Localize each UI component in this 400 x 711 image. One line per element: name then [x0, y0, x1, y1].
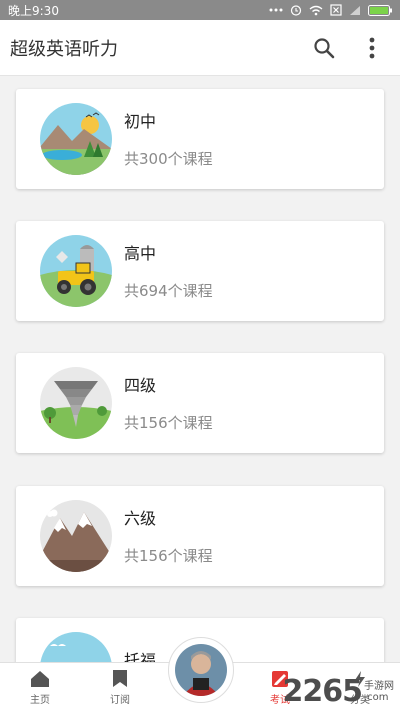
course-text: 初中 共300个课程 [124, 108, 213, 169]
course-text: 六级 共156个课程 [124, 505, 213, 566]
tornado-illustration [40, 367, 112, 439]
course-text: 高中 共694个课程 [124, 240, 213, 301]
course-title: 初中 [124, 111, 157, 131]
alarm-icon [290, 4, 302, 16]
course-count: 共300个课程 [124, 149, 213, 168]
course-card-senior-high[interactable]: 高中 共694个课程 [16, 221, 384, 321]
nav-subscribe-label: 订阅 [110, 695, 130, 706]
nav-home[interactable]: 主页 [10, 663, 70, 711]
sim-off-icon [330, 4, 342, 16]
signal-icon [349, 5, 361, 16]
nav-home-label: 主页 [30, 694, 50, 706]
course-count: 共694个课程 [124, 281, 213, 300]
watermark: 2265 手游网 .com [283, 674, 395, 709]
course-text: 托福 [124, 647, 156, 662]
app-bar: 超级英语听力 [0, 20, 400, 76]
course-title: 高中 [124, 243, 157, 263]
course-text: 四级 共156个课程 [124, 372, 213, 433]
snowy-mountains-illustration [40, 500, 112, 572]
course-title: 托福 [124, 651, 157, 662]
mountain-lake-illustration [40, 103, 112, 175]
bookmark-icon [113, 670, 127, 687]
battery-icon [368, 4, 392, 16]
opera-house-illustration [40, 632, 112, 662]
app-actions [308, 32, 388, 64]
watermark-site-top: 手游网 [364, 681, 394, 692]
status-time: 晚上9:30 [8, 3, 59, 18]
more-vert-icon [369, 37, 375, 58]
nav-subscribe[interactable]: 订阅 [90, 663, 150, 711]
course-card-cet6[interactable]: 六级 共156个课程 [16, 486, 384, 586]
search-icon [314, 37, 335, 58]
app-title: 超级英语听力 [10, 38, 118, 60]
course-title: 六级 [124, 508, 157, 528]
tractor-illustration [40, 235, 112, 307]
bottom-navigation: 主页 订阅 考试 分类 2265 手游网 .com [0, 637, 400, 711]
search-button[interactable] [308, 32, 340, 64]
course-card-junior-high[interactable]: 初中 共300个课程 [16, 89, 384, 189]
course-count: 共156个课程 [124, 546, 213, 565]
avatar [175, 644, 227, 696]
dots-icon [269, 7, 283, 13]
wifi-icon [309, 5, 323, 16]
status-icons [269, 4, 392, 16]
watermark-site: 手游网 .com [364, 677, 394, 703]
watermark-site-bottom: .com [364, 692, 389, 703]
status-bar: 晚上9:30 [0, 0, 400, 20]
course-count: 共156个课程 [124, 413, 213, 432]
home-icon [31, 670, 49, 687]
watermark-number: 2265 [282, 674, 363, 709]
more-options-button[interactable] [356, 32, 388, 64]
course-list: 初中 共300个课程 高中 共694个课程 四级 共156个课程 六级 共156… [0, 76, 400, 662]
center-avatar-button[interactable] [168, 637, 234, 703]
course-card-cet4[interactable]: 四级 共156个课程 [16, 353, 384, 453]
course-title: 四级 [124, 375, 157, 395]
